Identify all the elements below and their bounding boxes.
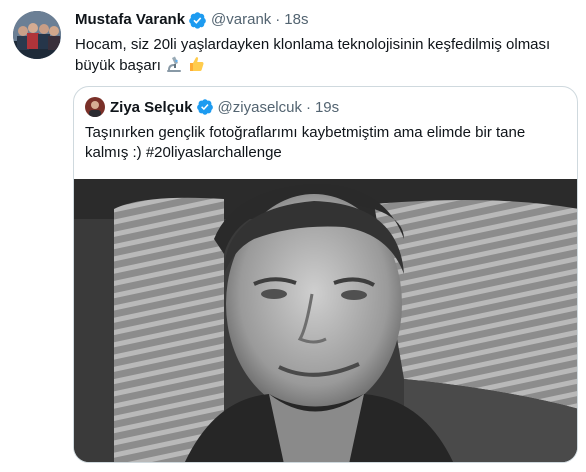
tweet-text: Hocam, siz 20li yaşlardayken klonlama te…: [75, 36, 551, 74]
tweet[interactable]: Mustafa Varank @varank · 18s Hocam, siz 20…: [0, 0, 586, 472]
tweet-text-block: Hocam, siz 20li yaşlardayken klonlama te…: [75, 35, 570, 79]
microscope-emoji-icon: [165, 55, 183, 79]
author-name[interactable]: Mustafa Varank: [75, 10, 185, 30]
thumbs-up-emoji-icon: [187, 55, 205, 79]
verified-badge-icon: [196, 98, 214, 116]
quoted-author-avatar[interactable]: [85, 97, 105, 117]
quoted-tweet-meta: @ziyaselcuk · 19s: [218, 99, 340, 116]
quoted-tweet-photo[interactable]: [74, 179, 577, 462]
author-avatar[interactable]: [13, 11, 61, 59]
verified-badge-icon: [188, 11, 207, 30]
quoted-tweet-text: Taşınırken gençlik fotoğraflarımı kaybet…: [85, 124, 526, 161]
quoted-tweet[interactable]: Ziya Selçuk @ziyaselcuk · 19s Taşınırken g…: [73, 86, 578, 463]
separator-dot: ·: [275, 11, 281, 28]
quoted-tweet-timestamp[interactable]: 19s: [315, 99, 339, 116]
tweet-header: Mustafa Varank @varank · 18s: [75, 10, 308, 30]
separator-dot: ·: [305, 98, 311, 116]
quoted-author-handle[interactable]: @ziyaselcuk: [218, 99, 302, 116]
author-handle[interactable]: @varank: [211, 11, 271, 28]
tweet-meta: @varank · 18s: [211, 10, 308, 30]
quoted-tweet-header: Ziya Selçuk @ziyaselcuk · 19s: [110, 97, 339, 117]
quoted-author-name[interactable]: Ziya Selçuk: [110, 99, 193, 116]
tweet-timestamp[interactable]: 18s: [284, 11, 308, 28]
